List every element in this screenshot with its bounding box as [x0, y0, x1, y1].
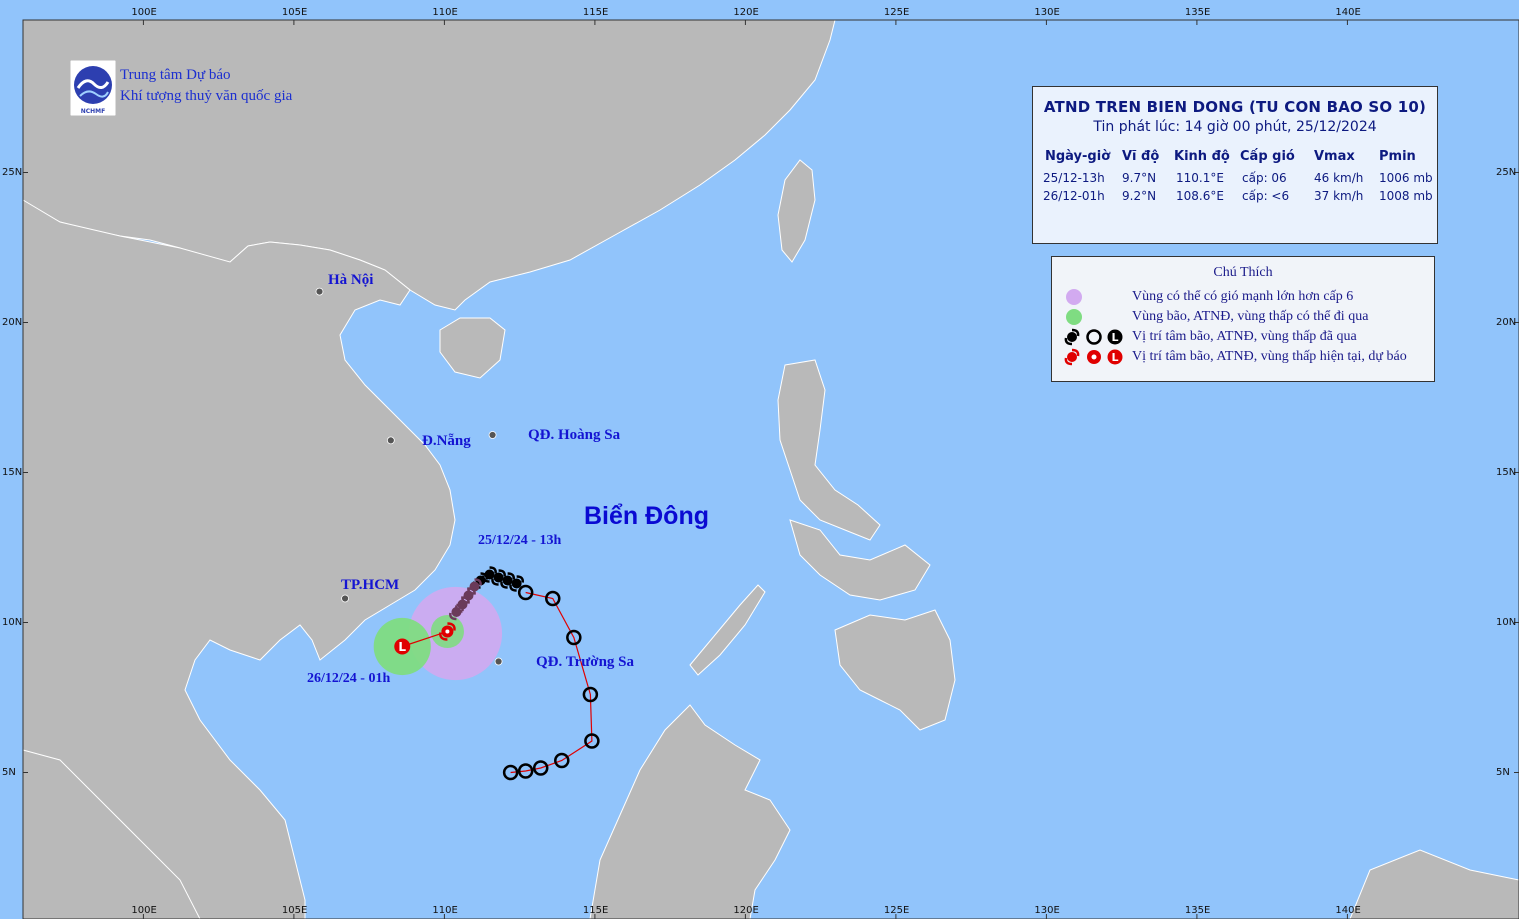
row2-vmax: 37 km/h: [1314, 189, 1364, 203]
row1-lon: 110.1°E: [1176, 171, 1224, 185]
lon-tick-top: 120E: [733, 7, 759, 18]
hoangsa-dot: [488, 431, 497, 439]
logo-text: NCHMF: [81, 108, 106, 115]
lon-tick-top: 110E: [432, 7, 458, 18]
label-forecast-time: 26/12/24 - 01h: [307, 671, 391, 686]
lon-tick-bottom: 135E: [1184, 905, 1211, 916]
col-header-pmin: Pmin: [1379, 149, 1416, 164]
info-issued: Tin phát lúc: 14 giờ 00 phút, 25/12/2024: [1093, 119, 1377, 135]
row1-lat: 9.7°N: [1122, 171, 1157, 185]
nchmf-logo-icon: NCHMF: [70, 60, 116, 116]
lon-tick-bottom: 110E: [432, 905, 458, 916]
lon-tick-bottom: 130E: [1034, 905, 1060, 916]
legend-title: Chú Thích: [1213, 265, 1273, 280]
past-storm-symbol: [451, 607, 462, 617]
storm-info-box: ATND TREN BIEN DONG (TU CON BAO SO 10) T…: [1032, 86, 1438, 244]
label-current-time: 25/12/24 - 13h: [478, 533, 562, 548]
current-storm-symbol-icon: [1064, 348, 1080, 366]
col-header-wind: Cấp gió: [1240, 149, 1295, 164]
lat-tick-right: 5N: [1496, 766, 1510, 778]
lon-tick-bottom: 120E: [733, 905, 759, 916]
row2-time: 26/12-01h: [1043, 189, 1105, 203]
lat-tick-right: 25N: [1496, 166, 1517, 178]
lat-tick-left: 15N: [2, 466, 23, 478]
legend-item-danger: Vùng bão, ATNĐ, vùng thấp có thể đi qua: [1132, 309, 1369, 324]
current-position-eye: [445, 629, 450, 634]
row2-lat: 9.2°N: [1122, 189, 1157, 203]
row1-time: 25/12-13h: [1043, 171, 1105, 185]
lon-tick-top: 115E: [582, 7, 609, 18]
lon-tick-top: 100E: [131, 7, 157, 18]
col-header-time: Ngày-giờ: [1045, 149, 1111, 164]
label-hoangsa: QĐ. Hoàng Sa: [528, 427, 621, 443]
row1-wind: cấp: 06: [1242, 171, 1287, 185]
lat-tick-left: 20N: [2, 316, 23, 328]
current-position-icons: L: [1064, 348, 1123, 366]
lat-tick-left: 10N: [2, 616, 23, 628]
past-storm-symbol: [511, 578, 522, 589]
lat-tick-right: 15N: [1496, 466, 1517, 478]
lat-tick-left: 25N: [2, 166, 23, 178]
organization-header: NCHMF Trung tâm Dự báo Khí tượng thuỷ vă…: [70, 60, 340, 116]
map-legend: Chú Thích Vùng có thể có gió mạnh lớn hơ…: [1051, 256, 1435, 382]
past-storm-symbol: [502, 575, 513, 586]
wind6-zone-icon: [1066, 289, 1082, 305]
lon-tick-bottom: 105E: [281, 905, 308, 916]
past-storm-symbol-icon: [1064, 328, 1080, 346]
lon-tick-bottom: 100E: [131, 905, 157, 916]
label-hcm: TP.HCM: [341, 577, 400, 593]
lon-tick-top: 140E: [1335, 7, 1361, 18]
col-header-lat: Vĩ độ: [1122, 149, 1160, 164]
lon-tick-top: 130E: [1034, 7, 1060, 18]
legend-item-past: Vị trí tâm bão, ATNĐ, vùng thấp đã qua: [1132, 329, 1357, 344]
org-line-1: Trung tâm Dự báo: [120, 67, 231, 83]
svg-text:L: L: [1111, 331, 1118, 344]
hcm-dot: [341, 594, 349, 603]
row2-lon: 108.6°E: [1176, 189, 1224, 203]
lon-tick-bottom: 140E: [1335, 905, 1361, 916]
row1-pmin: 1006 mb: [1379, 171, 1433, 185]
col-header-lon: Kinh độ: [1174, 149, 1230, 164]
danger-zone-icon: [1066, 309, 1082, 325]
past-depression-ring-icon: [1086, 329, 1102, 345]
row2-pmin: 1008 mb: [1379, 189, 1433, 203]
legend-item-current: Vị trí tâm bão, ATNĐ, vùng thấp hiện tại…: [1132, 349, 1407, 364]
truongsa-dot: [494, 657, 503, 666]
past-position-icons: L: [1064, 328, 1123, 346]
hanoi-dot: [315, 287, 324, 296]
label-truongsa: QĐ. Trường Sa: [536, 654, 635, 670]
info-title: ATND TREN BIEN DONG (TU CON BAO SO 10): [1043, 98, 1427, 116]
lat-tick-right: 10N: [1496, 616, 1517, 628]
label-bien-dong: Biển Đông: [584, 502, 709, 530]
lon-tick-top: 105E: [281, 7, 308, 18]
row1-vmax: 46 km/h: [1314, 171, 1364, 185]
lon-tick-bottom: 115E: [582, 905, 609, 916]
row2-wind: cấp: <6: [1242, 189, 1290, 203]
label-danang: Đ.Nẵng: [422, 433, 471, 449]
lat-tick-left: 5N: [2, 766, 16, 778]
danang-dot: [386, 436, 395, 445]
lon-tick-bottom: 125E: [883, 905, 910, 916]
label-hanoi: Hà Nội: [328, 272, 374, 288]
past-storm-symbol: [493, 572, 504, 583]
lon-tick-top: 125E: [883, 7, 910, 18]
svg-text:L: L: [1111, 351, 1118, 364]
lon-tick-top: 135E: [1184, 7, 1211, 18]
col-header-vmax: Vmax: [1314, 149, 1355, 164]
lat-tick-right: 20N: [1496, 316, 1517, 328]
legend-item-wind6: Vùng có thể có gió mạnh lớn hơn cấp 6: [1132, 289, 1354, 304]
org-line-2: Khí tượng thuỷ văn quốc gia: [120, 88, 293, 104]
forecast-low-letter: L: [398, 640, 406, 654]
